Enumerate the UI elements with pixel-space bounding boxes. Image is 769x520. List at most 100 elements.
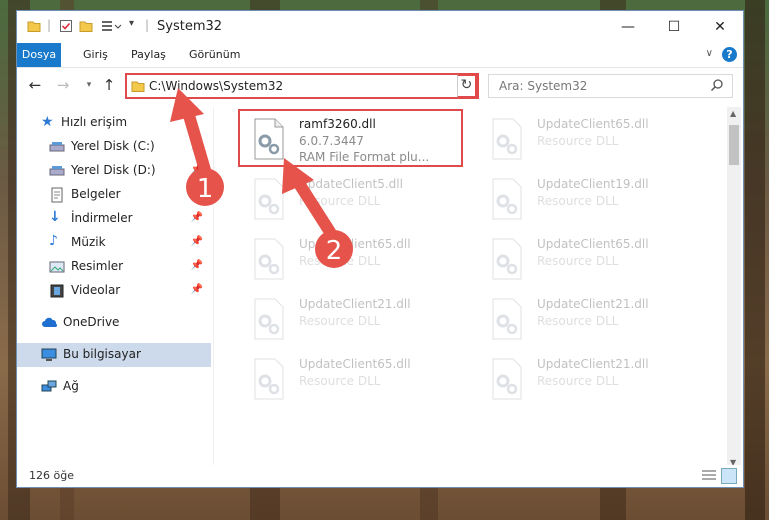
expand-ribbon-icon[interactable]: ∨ — [706, 48, 713, 59]
file-name: UpdateClient19.dll — [537, 177, 649, 191]
dll-file-icon — [252, 297, 286, 341]
star-icon: ★ — [41, 114, 54, 130]
file-description: Resource DLL — [537, 134, 619, 148]
close-button[interactable]: ✕ — [697, 11, 743, 43]
dll-file-icon — [490, 117, 524, 161]
scroll-up-icon[interactable]: ▲ — [730, 109, 736, 118]
dll-file-icon — [490, 357, 524, 401]
pin-icon: 📌 — [190, 284, 203, 295]
file-description: Resource DLL — [537, 314, 619, 328]
tab-file[interactable]: Dosya — [17, 43, 61, 67]
ribbon-tabs: Dosya Giriş Paylaş Görünüm ∨ ? — [17, 43, 743, 68]
tab-home[interactable]: Giriş — [75, 43, 116, 67]
sidebar-item-label: İndirmeler — [71, 211, 133, 225]
tab-view[interactable]: Görünüm — [181, 43, 248, 67]
maximize-button[interactable]: ☐ — [651, 11, 697, 43]
file-description: Resource DLL — [537, 254, 619, 268]
file-item[interactable]: UpdateClient21.dll Resource DLL — [475, 291, 703, 347]
file-description: Resource DLL — [299, 314, 381, 328]
file-name: UpdateClient65.dll — [537, 117, 649, 131]
search-icon[interactable] — [710, 78, 724, 95]
tab-share[interactable]: Paylaş — [123, 43, 174, 67]
dll-file-icon — [252, 237, 286, 281]
sidebar-item-local-disk-d[interactable]: Yerel Disk (D:) 📌 — [17, 159, 211, 183]
folder-icon — [131, 79, 145, 96]
file-name: UpdateClient21.dll — [537, 357, 649, 371]
dll-file-icon — [490, 297, 524, 341]
file-item[interactable]: UpdateClient21.dll Resource DLL — [237, 291, 465, 347]
sidebar-item-local-disk-c[interactable]: Yerel Disk (C:) 📌 — [17, 135, 211, 159]
sidebar-item-label: Müzik — [71, 235, 106, 249]
properties-icon[interactable] — [59, 19, 73, 35]
sidebar-item-label: Yerel Disk (C:) — [71, 139, 155, 153]
sidebar-item-onedrive[interactable]: OneDrive — [17, 311, 211, 335]
navigation-bar: ← → ▾ ↑ C:\Windows\System32 ∨ ↻ Ara: Sys… — [17, 68, 743, 102]
drive-icon — [49, 139, 65, 155]
tiles-view-icon[interactable] — [721, 468, 737, 484]
drive-icon — [49, 163, 65, 179]
up-arrow-icon[interactable]: ↑ — [99, 76, 119, 94]
file-item[interactable]: UpdateClient21.dll Resource DLL — [475, 351, 703, 407]
vertical-scrollbar[interactable]: ▲ ▼ — [727, 107, 741, 469]
sidebar-item-pictures[interactable]: Resimler 📌 — [17, 255, 211, 279]
sidebar-item-videos[interactable]: Videolar 📌 — [17, 279, 211, 303]
sidebar-item-label: Belgeler — [71, 187, 121, 201]
highlighted-file-box — [238, 109, 463, 167]
address-bar[interactable]: C:\Windows\System32 ∨ — [125, 73, 479, 99]
file-description: Resource DLL — [537, 374, 619, 388]
dll-file-icon — [490, 177, 524, 221]
recent-locations-icon[interactable]: ▾ — [79, 76, 99, 94]
details-view-icon[interactable] — [701, 469, 717, 484]
sidebar-item-label: Yerel Disk (D:) — [71, 163, 156, 177]
file-item[interactable]: UpdateClient19.dll Resource DLL — [475, 171, 703, 227]
minimize-button[interactable]: — — [605, 11, 651, 43]
file-name: UpdateClient21.dll — [299, 297, 411, 311]
item-count: 126 öğe — [29, 469, 74, 482]
search-field[interactable]: Ara: System32 — [488, 74, 733, 98]
quick-access-dropdown-icon[interactable]: ▾ — [129, 18, 134, 34]
file-item[interactable]: UpdateClient65.dll Resource DLL — [237, 231, 465, 287]
file-item[interactable]: UpdateClient5.dll Resource DLL — [237, 171, 465, 227]
sidebar-item-label: OneDrive — [63, 315, 120, 329]
network-icon — [41, 379, 57, 395]
cloud-icon — [41, 315, 58, 331]
forward-arrow-icon[interactable]: → — [53, 76, 73, 94]
sidebar-item-documents[interactable]: Belgeler 📌 — [17, 183, 211, 207]
pictures-icon — [49, 259, 65, 275]
file-description: Resource DLL — [299, 374, 381, 388]
music-icon: ♪ — [49, 233, 58, 249]
file-description: Resource DLL — [537, 194, 619, 208]
folder-icon — [27, 19, 41, 35]
sidebar-item-network[interactable]: Ağ — [17, 375, 211, 399]
file-item[interactable]: UpdateClient65.dll Resource DLL — [237, 351, 465, 407]
title-bar: | ▾ | System32 — ☐ ✕ — [17, 11, 743, 43]
file-item[interactable]: UpdateClient65.dll Resource DLL — [475, 111, 703, 167]
file-item[interactable]: UpdateClient65.dll Resource DLL — [475, 231, 703, 287]
window-title: System32 — [157, 19, 223, 34]
pin-icon: 📌 — [190, 188, 203, 199]
dll-file-icon — [252, 177, 286, 221]
dll-file-icon — [490, 237, 524, 281]
help-icon[interactable]: ? — [722, 47, 737, 62]
scrollbar-thumb[interactable] — [729, 125, 739, 165]
new-folder-icon[interactable] — [79, 19, 93, 35]
dll-file-icon — [252, 357, 286, 401]
customize-toolbar-icon[interactable] — [101, 19, 123, 35]
sidebar-item-this-pc[interactable]: Bu bilgisayar — [17, 343, 211, 367]
back-arrow-icon[interactable]: ← — [25, 76, 45, 94]
sidebar-item-label: Videolar — [71, 283, 121, 297]
sidebar-item-label: Ağ — [63, 379, 79, 393]
sidebar-item-downloads[interactable]: ↓ İndirmeler 📌 — [17, 207, 211, 231]
sidebar-item-quick-access[interactable]: ★ Hızlı erişim — [17, 111, 211, 135]
file-name: UpdateClient5.dll — [299, 177, 403, 191]
pin-icon: 📌 — [190, 236, 203, 247]
documents-icon — [49, 187, 65, 203]
pane-divider — [213, 107, 214, 475]
file-name: UpdateClient65.dll — [299, 357, 411, 371]
file-explorer-window: | ▾ | System32 — ☐ ✕ Dosya Giriş Paylaş … — [16, 10, 744, 488]
sidebar-item-music[interactable]: ♪ Müzik 📌 — [17, 231, 211, 255]
videos-icon — [49, 283, 65, 299]
refresh-button[interactable]: ↻ — [457, 74, 477, 98]
separator-icon: | — [145, 18, 150, 32]
pin-icon: 📌 — [190, 164, 203, 175]
